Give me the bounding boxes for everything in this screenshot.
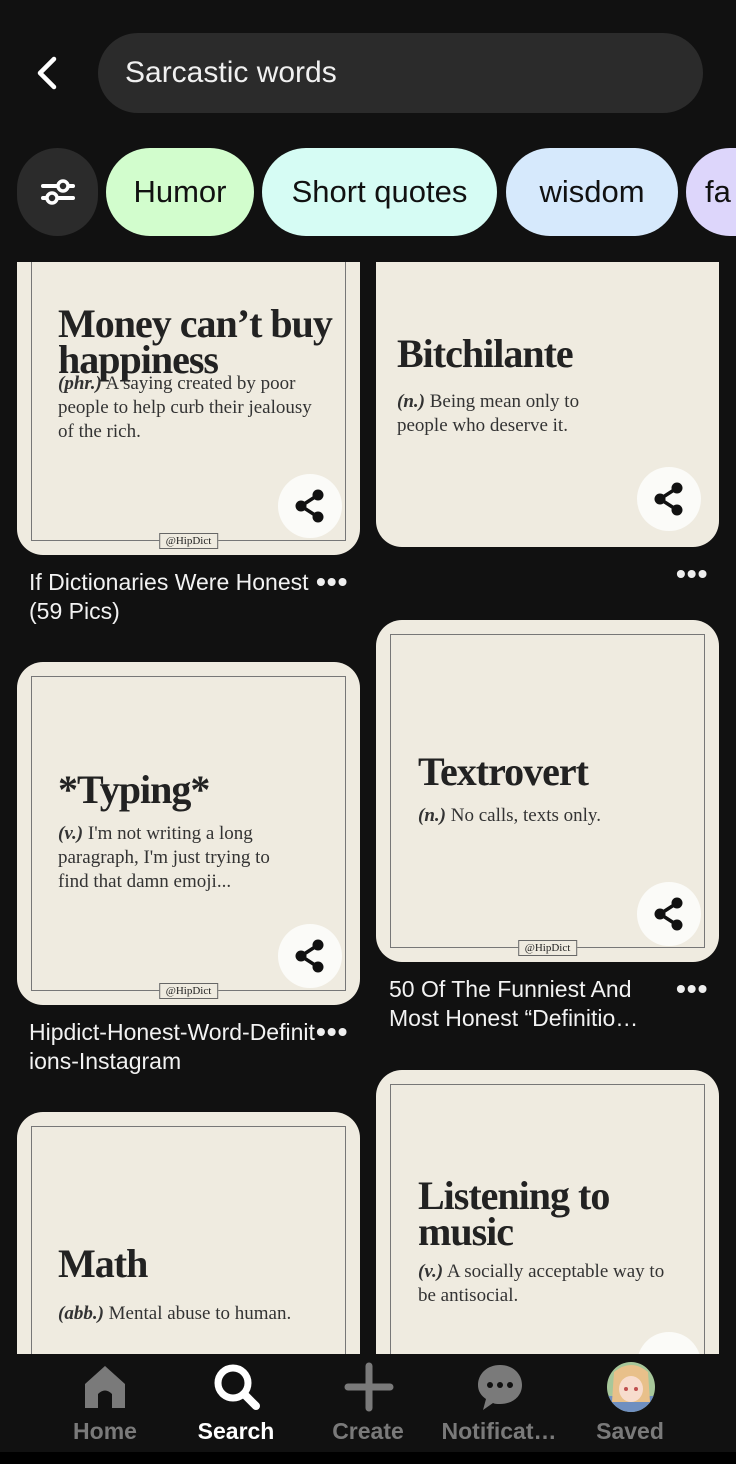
pin-title: *Typing* [58,767,210,812]
pin-card[interactable]: Listening to music (v.) A socially accep… [376,1070,719,1354]
pin-caption[interactable]: Hipdict-Honest-Word-Definitions-Instagra… [29,1018,319,1076]
pin-card[interactable]: Bitchilante (n.) Being mean only to peop… [376,262,719,547]
share-button[interactable] [637,882,701,946]
more-options-button[interactable]: ••• [316,1016,348,1048]
pin-card[interactable]: *Typing* (v.) I'm not writing a long par… [17,662,360,1005]
share-button[interactable] [278,474,342,538]
share-button[interactable] [637,467,701,531]
search-query: Sarcastic words [125,56,337,89]
avatar [607,1362,655,1412]
bottom-nav: Home Search Create Notificat… Saved [0,1354,736,1452]
search-icon [214,1364,260,1410]
pin-title: Math [58,1241,148,1286]
sliders-icon [40,179,75,205]
pin-title: Textrovert [418,749,589,794]
pin-card[interactable]: Textrovert (n.) No calls, texts only. @H… [376,620,719,962]
pin-definition: (phr.) A saying created by poor people t… [58,373,312,442]
share-icon [654,897,683,931]
nav-home[interactable]: Home [40,1354,170,1452]
back-chevron-icon[interactable] [30,55,66,91]
share-icon [295,489,324,523]
watermark: @HipDict [158,533,219,549]
chip-wisdom[interactable]: wisdom [506,148,678,236]
nav-saved[interactable]: Saved [565,1354,695,1452]
more-options-button[interactable]: ••• [676,558,708,590]
nav-notifications[interactable]: Notificat… [434,1354,564,1452]
chip-short-quotes[interactable]: Short quotes [262,148,497,236]
chat-bubble-icon [478,1365,522,1410]
chip-partial[interactable]: fa [686,148,736,236]
pin-feed[interactable]: Money can’t buy happiness (phr.) A sayin… [0,262,736,1354]
watermark: @HipDict [158,983,219,999]
system-bar [0,1452,736,1464]
more-options-button[interactable]: ••• [676,973,708,1005]
search-input[interactable]: Sarcastic words [98,33,703,113]
pin-definition: (n.) Being mean only to people who deser… [397,391,580,436]
pin-title: Listening to music [418,1173,610,1254]
pin-definition: (v.) I'm not writing a long paragraph, I… [58,823,270,892]
pin-title: Money can’t buy happiness [58,301,333,382]
chip-humor[interactable]: Humor [106,148,254,236]
plus-icon [344,1362,394,1412]
share-button[interactable] [278,924,342,988]
filter-button[interactable] [17,148,98,236]
watermark: @HipDict [517,940,578,956]
nav-create[interactable]: Create [303,1354,433,1452]
pin-definition: (v.) A socially acceptable way to be ant… [418,1261,665,1306]
home-icon [85,1366,125,1408]
pin-title: Bitchilante [397,331,574,376]
share-icon [295,939,324,973]
pin-card[interactable]: Money can’t buy happiness (phr.) A sayin… [17,262,360,555]
nav-search[interactable]: Search [171,1354,301,1452]
pin-caption[interactable]: If Dictionaries Were Honest (59 Pics) [29,568,319,626]
pin-definition: (n.) No calls, texts only. [418,805,601,826]
pin-card[interactable]: Math (abb.) Mental abuse to human. [17,1112,360,1354]
share-icon [654,482,683,516]
more-options-button[interactable]: ••• [316,566,348,598]
pin-definition: (abb.) Mental abuse to human. [58,1303,292,1324]
pin-caption[interactable]: 50 Of The Funniest And Most Honest “Defi… [389,975,669,1033]
